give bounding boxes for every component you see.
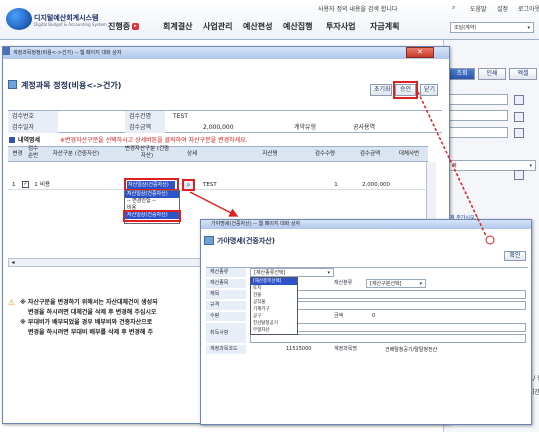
arrow-to-subdialog — [189, 191, 239, 217]
arrow-to-confirm — [417, 91, 487, 237]
confirm-target-marker — [485, 235, 495, 245]
annotation-arrows — [189, 91, 495, 245]
